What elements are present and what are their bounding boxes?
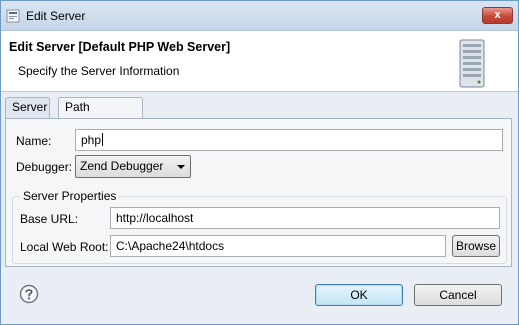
- server-icon: [459, 39, 485, 89]
- cancel-button[interactable]: Cancel: [414, 284, 502, 306]
- name-label: Name:: [16, 134, 52, 148]
- window-title: Edit Server: [26, 9, 86, 23]
- web-root-field[interactable]: C:\Apache24\htdocs: [110, 235, 446, 257]
- debugger-select[interactable]: Zend Debugger: [75, 155, 191, 178]
- edit-server-dialog: Edit Server x Edit Server [Default PHP W…: [0, 0, 519, 325]
- help-icon[interactable]: [19, 284, 39, 304]
- web-root-value: C:\Apache24\htdocs: [116, 239, 225, 253]
- browse-button[interactable]: Browse: [452, 235, 500, 257]
- eclipse-app-icon: [6, 9, 20, 23]
- web-root-label: Local Web Root:: [20, 240, 109, 254]
- server-properties-title: Server Properties: [21, 189, 119, 203]
- close-icon: x: [494, 9, 501, 21]
- dialog-heading: Edit Server [Default PHP Web Server]: [9, 40, 231, 54]
- name-field-value: php: [81, 133, 102, 147]
- base-url-label: Base URL:: [20, 212, 79, 226]
- chevron-down-icon: [177, 165, 185, 169]
- text-cursor: [102, 133, 104, 146]
- debugger-label: Debugger:: [16, 160, 73, 174]
- base-url-value: http://localhost: [116, 211, 194, 225]
- title-bar[interactable]: Edit Server x: [1, 1, 518, 31]
- close-button[interactable]: x: [482, 7, 513, 24]
- ok-button[interactable]: OK: [315, 284, 403, 306]
- dialog-description: Specify the Server Information: [18, 64, 180, 78]
- name-field[interactable]: php: [75, 129, 503, 151]
- tab-path-mapping[interactable]: Path Mapping: [58, 97, 143, 133]
- base-url-field[interactable]: http://localhost: [110, 207, 500, 229]
- dialog-header: Edit Server [Default PHP Web Server] Spe…: [1, 31, 518, 92]
- debugger-selected-value: Zend Debugger: [80, 159, 164, 173]
- tab-server[interactable]: Server: [5, 97, 50, 118]
- server-tab-panel: Name: php Debugger: Zend Debugger Server…: [5, 118, 512, 267]
